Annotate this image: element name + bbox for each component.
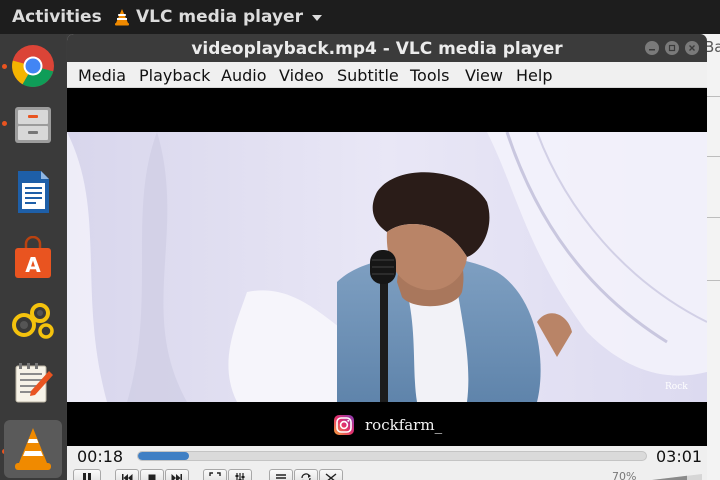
previous-button[interactable] <box>115 469 139 480</box>
menu-bar: Media Playback Audio Video Subtitle Tool… <box>67 62 707 88</box>
video-frame-image <box>67 132 707 402</box>
shuffle-icon <box>325 473 337 480</box>
writer-icon[interactable] <box>4 163 62 221</box>
menu-media[interactable]: Media <box>78 66 126 85</box>
fullscreen-icon <box>209 472 221 480</box>
minimize-button[interactable] <box>645 41 659 55</box>
previous-icon <box>122 474 133 480</box>
vlc-cone-icon <box>115 9 129 26</box>
menu-view[interactable]: View <box>465 66 503 85</box>
top-bar: Activities VLC media player <box>0 0 720 34</box>
chrome-icon[interactable] <box>4 37 62 95</box>
menu-help[interactable]: Help <box>516 66 552 85</box>
menu-audio[interactable]: Audio <box>221 66 266 85</box>
instagram-icon <box>334 415 354 435</box>
dock: A <box>0 34 66 480</box>
close-button[interactable] <box>685 41 699 55</box>
playlist-button[interactable] <box>269 469 293 480</box>
divider <box>706 217 720 218</box>
divider <box>706 156 720 157</box>
activities-button[interactable]: Activities <box>12 7 102 27</box>
shuffle-button[interactable] <box>319 469 343 480</box>
window-title: videoplayback.mp4 - VLC media player <box>191 39 563 59</box>
play-pause-button[interactable] <box>73 469 101 480</box>
close-icon <box>689 45 695 51</box>
next-button[interactable] <box>165 469 189 480</box>
video-watermark: Rock <box>665 382 688 392</box>
menu-subtitle[interactable]: Subtitle <box>337 66 399 85</box>
seek-bar[interactable] <box>137 451 647 461</box>
video-caption: rockfarm_ <box>333 414 442 436</box>
sliders-icon <box>235 473 245 480</box>
volume-percent: 70% <box>612 470 637 480</box>
fullscreen-button[interactable] <box>203 469 227 480</box>
caption-text: rockfarm_ <box>365 416 443 434</box>
pause-icon <box>83 473 91 480</box>
seek-progress <box>138 452 189 460</box>
settings-icon[interactable] <box>4 292 62 350</box>
text-editor-icon[interactable] <box>4 354 62 412</box>
next-icon <box>171 474 182 480</box>
vlc-dock-icon[interactable] <box>4 420 62 478</box>
files-icon[interactable] <box>4 96 62 154</box>
vlc-window: videoplayback.mp4 - VLC media player Med… <box>67 34 707 480</box>
minimize-icon <box>649 49 655 51</box>
svg-text:A: A <box>25 253 41 277</box>
maximize-button[interactable] <box>665 41 679 55</box>
menu-playback[interactable]: Playback <box>139 66 210 85</box>
app-menu[interactable]: VLC media player <box>114 6 322 28</box>
elapsed-time: 00:18 <box>77 447 124 466</box>
divider <box>706 280 720 281</box>
extended-settings-button[interactable] <box>228 469 252 480</box>
divider <box>706 96 720 97</box>
loop-icon <box>301 473 311 480</box>
menu-video[interactable]: Video <box>279 66 324 85</box>
video-area[interactable]: Rock rockfarm_ <box>67 88 707 446</box>
window-titlebar[interactable]: videoplayback.mp4 - VLC media player <box>67 34 707 62</box>
stop-icon <box>148 474 156 480</box>
menu-tools[interactable]: Tools <box>410 66 449 85</box>
volume-slider[interactable] <box>652 474 702 480</box>
stop-button[interactable] <box>140 469 164 480</box>
software-center-icon[interactable]: A <box>4 229 62 287</box>
chevron-down-icon <box>311 15 322 21</box>
total-time: 03:01 <box>656 447 703 466</box>
app-menu-label: VLC media player <box>136 7 303 27</box>
loop-button[interactable] <box>294 469 318 480</box>
playlist-icon <box>276 474 286 479</box>
video-frame: Rock <box>67 132 707 402</box>
maximize-icon <box>668 44 676 52</box>
controls-bar: 00:18 03:01 70% <box>67 446 707 480</box>
